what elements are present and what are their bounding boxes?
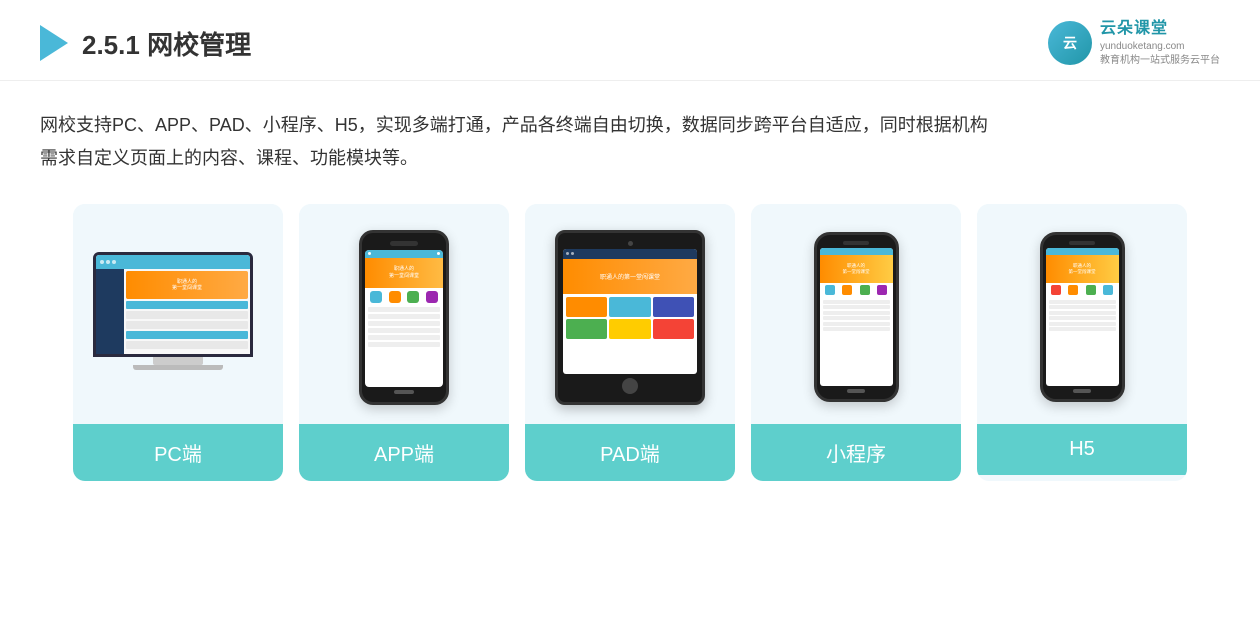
brand-text: 云朵课堂 yunduoketang.com 教育机构一站式服务云平台 [1100, 18, 1220, 68]
brand-logo: 云朵课堂 yunduoketang.com 教育机构一站式服务云平台 [1048, 18, 1220, 68]
card-pc: 职通人的第一堂闯课堂 PC端 [73, 204, 283, 481]
description-line2: 需求自定义页面上的内容、课程、功能模块等。 [40, 142, 1220, 174]
card-h5-label: H5 [977, 424, 1187, 475]
pc-mockup: 职通人的第一堂闯课堂 [93, 252, 263, 382]
miniprogram-image-area: 职通人的第一堂闯课堂 [751, 204, 961, 424]
header-left: 2.5.1 网校管理 [40, 25, 251, 62]
cards-container: 职通人的第一堂闯课堂 PC端 [0, 184, 1260, 501]
pad-mockup: 职通人的第一堂闯课堂 [555, 230, 705, 405]
logo-icon [40, 25, 68, 61]
card-app-label: APP端 [299, 424, 509, 481]
pad-image-area: 职通人的第一堂闯课堂 [525, 204, 735, 424]
miniprogram-phone-mockup: 职通人的第一堂闯课堂 [814, 232, 899, 402]
card-app: 职通人的第一堂闯课堂 APP端 [299, 204, 509, 481]
description-line1: 网校支持PC、APP、PAD、小程序、H5，实现多端打通，产品各终端自由切换，数… [40, 109, 1220, 141]
description-block: 网校支持PC、APP、PAD、小程序、H5，实现多端打通，产品各终端自由切换，数… [0, 81, 1260, 184]
pc-screen: 职通人的第一堂闯课堂 [93, 252, 253, 357]
page-header: 2.5.1 网校管理 云朵课堂 yunduoketang.com 教育机构一站式… [0, 0, 1260, 81]
card-pad: 职通人的第一堂闯课堂 PAD端 [525, 204, 735, 481]
card-miniprogram: 职通人的第一堂闯课堂 [751, 204, 961, 481]
h5-image-area: 职通人的第一堂闯课堂 [977, 204, 1187, 424]
card-pad-label: PAD端 [525, 424, 735, 481]
app-phone-mockup: 职通人的第一堂闯课堂 [359, 230, 449, 405]
card-miniprogram-label: 小程序 [751, 424, 961, 481]
card-pc-label: PC端 [73, 424, 283, 481]
h5-phone-mockup: 职通人的第一堂闯课堂 [1040, 232, 1125, 402]
card-h5: 职通人的第一堂闯课堂 [977, 204, 1187, 481]
pc-image-area: 职通人的第一堂闯课堂 [73, 204, 283, 424]
app-image-area: 职通人的第一堂闯课堂 [299, 204, 509, 424]
brand-icon [1048, 21, 1092, 65]
page-title: 2.5.1 网校管理 [82, 25, 251, 62]
